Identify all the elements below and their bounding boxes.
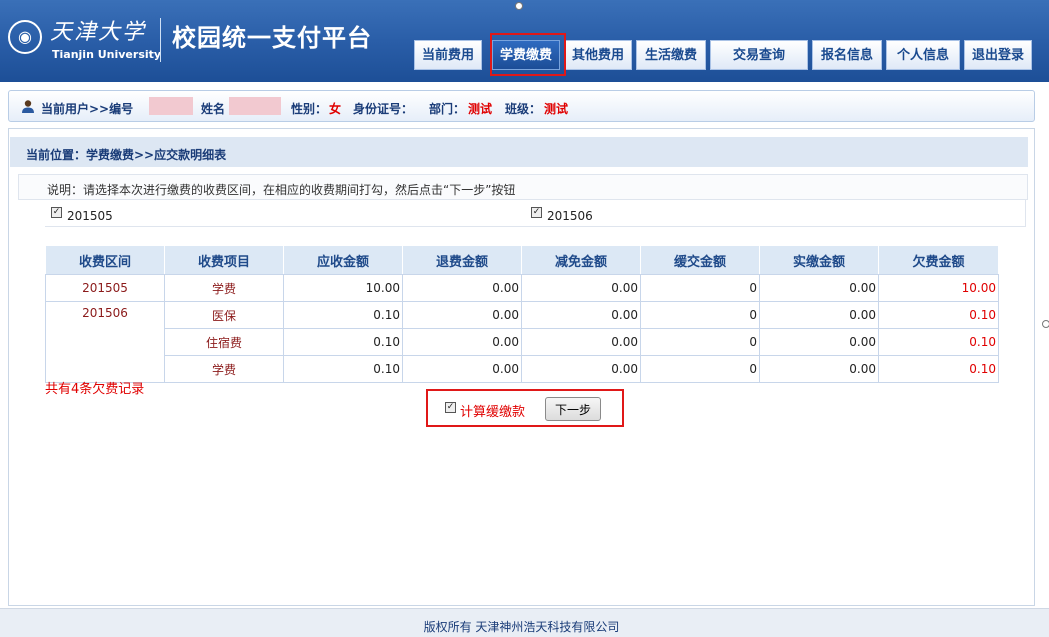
selection-handle-right — [1042, 320, 1049, 328]
cell-arrears: 0.10 — [878, 301, 999, 329]
cell-period: 201506 — [45, 301, 165, 383]
period-label-201506: 201506 — [547, 209, 593, 223]
cell-deferred: 0 — [640, 301, 760, 329]
university-name-cn: 天津大学 — [50, 20, 147, 45]
current-user-label: 当前用户>>编号 — [41, 102, 134, 116]
arrears-summary: 共有4条欠费记录 — [45, 382, 145, 397]
department-value: 测试 — [468, 102, 493, 116]
cell-period: 201505 — [45, 274, 165, 302]
cell-refund: 0.00 — [402, 274, 522, 302]
selection-handle-top — [515, 2, 523, 10]
tab-personal-info[interactable]: 个人信息 — [886, 40, 960, 70]
period-checkbox-201506[interactable]: ✓ — [531, 207, 542, 218]
cell-refund: 0.00 — [402, 328, 522, 356]
current-user-bar: 当前用户>>编号 姓名 性别： 女 身份证号： 部门： 测试 班级： 测试 — [8, 90, 1035, 122]
cell-receivable: 0.10 — [283, 355, 403, 383]
footer: 版权所有 天津神州浩天科技有限公司 — [0, 608, 1049, 637]
cell-waived: 0.00 — [521, 301, 641, 329]
col-header: 欠费金额 — [878, 245, 999, 275]
table-row: 201505 学费 10.00 0.00 0.00 0 0.00 10.00 — [45, 274, 999, 302]
calc-deferred-checkbox[interactable]: ✓ — [445, 402, 456, 413]
tab-transaction-query[interactable]: 交易查询 — [710, 40, 808, 70]
university-seal-icon: ◉ — [8, 20, 42, 54]
col-header: 退费金额 — [402, 245, 522, 275]
redacted-id — [149, 97, 193, 115]
cell-paid: 0.00 — [759, 301, 879, 329]
col-header: 收费项目 — [164, 245, 284, 275]
cell-item: 学费 — [164, 274, 284, 302]
col-header: 缓交金额 — [640, 245, 760, 275]
class-value: 测试 — [544, 102, 569, 116]
cell-item: 医保 — [164, 301, 284, 329]
col-header: 应收金额 — [283, 245, 403, 275]
col-header: 减免金额 — [521, 245, 641, 275]
logo-divider — [160, 18, 161, 62]
cell-receivable: 10.00 — [283, 274, 403, 302]
table-row: 201506 医保 0.10 0.00 0.00 0 0.00 0.10 — [45, 301, 999, 383]
breadcrumb: 当前位置：学费缴费>>应交款明细表 — [10, 137, 1028, 167]
department-label: 部门： — [429, 102, 466, 116]
tab-registration-info[interactable]: 报名信息 — [812, 40, 882, 70]
cell-receivable: 0.10 — [283, 328, 403, 356]
cell-arrears: 0.10 — [878, 355, 999, 383]
cell-deferred: 0 — [640, 328, 760, 356]
id-number-label: 身份证号： — [353, 102, 414, 116]
cell-refund: 0.00 — [402, 355, 522, 383]
cell-refund: 0.00 — [402, 301, 522, 329]
cell-deferred: 0 — [640, 355, 760, 383]
fee-detail-table: 收费区间 收费项目 应收金额 退费金额 减免金额 缓交金额 实缴金额 欠费金额 … — [45, 245, 999, 383]
cell-item: 学费 — [164, 355, 284, 383]
col-header: 收费区间 — [45, 245, 165, 275]
cell-waived: 0.00 — [521, 328, 641, 356]
table-row: 住宿费 0.10 0.00 0.00 0 0.00 0.10 — [46, 328, 999, 356]
active-tab-highlight — [490, 33, 566, 76]
cell-paid: 0.00 — [759, 274, 879, 302]
instruction-text: 说明：请选择本次进行缴费的收费区间，在相应的收费期间打勾，然后点击“下一步”按钮 — [47, 183, 516, 197]
university-name-en: Tianjin University — [52, 48, 162, 61]
tab-current-fees[interactable]: 当前费用 — [414, 40, 482, 70]
tab-other-fees[interactable]: 其他费用 — [564, 40, 632, 70]
table-row: 学费 0.10 0.00 0.00 0 0.00 0.10 — [46, 355, 999, 383]
gender-value: 女 — [329, 102, 342, 116]
tab-logout[interactable]: 退出登录 — [964, 40, 1032, 70]
name-label: 姓名 — [201, 102, 226, 116]
cell-receivable: 0.10 — [283, 301, 403, 329]
gender-label: 性别： — [291, 102, 328, 116]
breadcrumb-text: 当前位置：学费缴费>>应交款明细表 — [26, 148, 227, 162]
tab-living-payment[interactable]: 生活缴费 — [636, 40, 706, 70]
cell-paid: 0.00 — [759, 355, 879, 383]
cell-item: 住宿费 — [164, 328, 284, 356]
next-step-button[interactable]: 下一步 — [545, 397, 601, 421]
instruction-note: 说明：请选择本次进行缴费的收费区间，在相应的收费期间打勾，然后点击“下一步”按钮 — [18, 174, 1028, 200]
cell-paid: 0.00 — [759, 328, 879, 356]
cell-arrears: 10.00 — [878, 274, 999, 302]
cell-deferred: 0 — [640, 274, 760, 302]
cell-waived: 0.00 — [521, 274, 641, 302]
class-label: 班级： — [505, 102, 542, 116]
copyright-text: 版权所有 天津神州浩天科技有限公司 — [423, 620, 620, 634]
site-title: 校园统一支付平台 — [172, 24, 372, 52]
calc-deferred-label: 计算缓缴款 — [460, 405, 526, 420]
cell-waived: 0.00 — [521, 355, 641, 383]
cell-arrears: 0.10 — [878, 328, 999, 356]
redacted-name — [229, 97, 281, 115]
table-header-row: 收费区间 收费项目 应收金额 退费金额 减免金额 缓交金额 实缴金额 欠费金额 — [45, 245, 999, 275]
col-header: 实缴金额 — [759, 245, 879, 275]
period-label-201505: 201505 — [67, 209, 113, 223]
period-checkbox-201505[interactable]: ✓ — [51, 207, 62, 218]
user-icon — [22, 100, 34, 113]
